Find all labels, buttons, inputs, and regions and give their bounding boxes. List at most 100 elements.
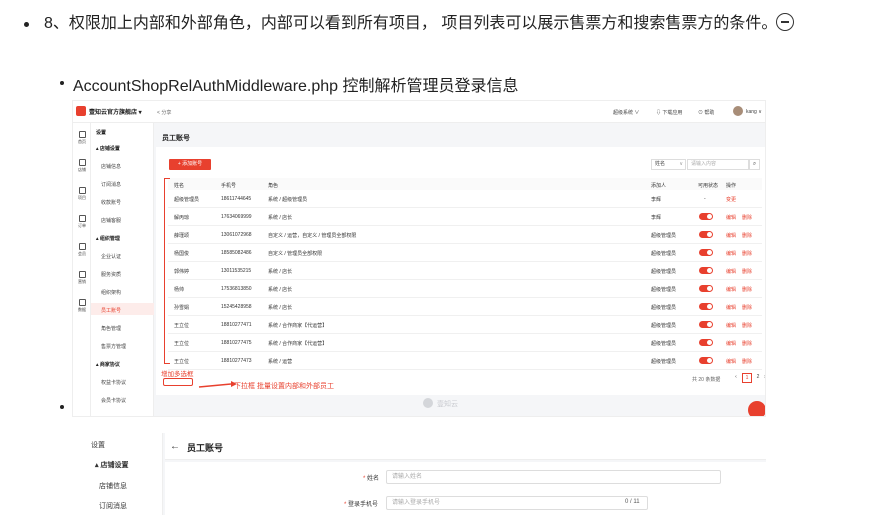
page-1-button[interactable]: 1	[742, 373, 752, 383]
delete-link[interactable]: 删除	[742, 250, 752, 257]
search-input[interactable]: 请输入内容	[687, 159, 749, 170]
menu-item[interactable]: 权益卡协议	[101, 379, 126, 386]
status-toggle[interactable]	[699, 321, 713, 328]
menu-item[interactable]: 订阅消息	[99, 501, 127, 511]
member-icon	[78, 243, 86, 250]
user-name[interactable]: kang ∨	[746, 109, 762, 115]
menu-title: 设置	[96, 130, 107, 136]
delete-link[interactable]: 删除	[742, 358, 752, 365]
download-app-link[interactable]: ⇩ 下载应用	[656, 109, 682, 116]
menu-group-shop[interactable]: ▴ 店铺设置	[95, 460, 128, 470]
cell-role: 系统 / 合作商家【代运营】	[268, 341, 328, 347]
menu-item[interactable]: 售票方管理	[101, 343, 126, 350]
status-toggle[interactable]	[699, 267, 713, 274]
nav-data[interactable]: 数据	[75, 299, 89, 313]
delete-link[interactable]: 删除	[742, 340, 752, 347]
status-toggle[interactable]	[699, 339, 713, 346]
cell-phone: 17634069999	[221, 214, 252, 220]
comment-icon[interactable]	[776, 13, 794, 31]
avatar[interactable]	[733, 106, 743, 116]
name-input[interactable]: 请输入姓名	[386, 470, 721, 484]
project-icon	[78, 187, 86, 194]
nav-home[interactable]: 首页	[75, 131, 89, 145]
menu-item[interactable]: 收款账号	[101, 199, 121, 206]
delete-link[interactable]: 删除	[742, 286, 752, 293]
menu-group-agreement[interactable]: ▴ 商家协议	[96, 361, 120, 368]
next-page-button[interactable]: ›	[762, 373, 765, 383]
menu-item[interactable]: 店铺客服	[101, 217, 121, 224]
table-row: 王立位 18810277471 系统 / 合作商家【代运营】 超级管理员 编辑 删除	[168, 316, 762, 334]
menu-item[interactable]: 企业认证	[101, 253, 121, 260]
help-label: 帮助	[704, 110, 715, 116]
cell-role: 自定义 / 管理员全部权限	[268, 251, 323, 257]
cell-name: 超级管理员	[174, 197, 200, 203]
table-header: 姓名 手机号 角色 添加人 可用状态 操作	[168, 178, 762, 190]
search-field-select[interactable]: 姓名 ∨	[651, 159, 686, 170]
screenshot-staff-form: 设置 ▴ 店铺设置 店铺信息 订阅消息 ← 员工账号 * 姓名 请输入姓名 * …	[74, 433, 766, 515]
status-toggle[interactable]	[699, 231, 713, 238]
edit-link[interactable]: 编辑	[726, 322, 736, 329]
status-toggle[interactable]	[699, 249, 713, 256]
cell-phone: 18810277473	[221, 358, 252, 364]
cell-adder: 超级管理员	[651, 269, 677, 275]
add-account-button[interactable]: + 添加账号	[169, 159, 211, 170]
cell-name: 王立位	[174, 341, 190, 347]
edit-link[interactable]: 编辑	[726, 232, 736, 239]
chevron-down-icon: ∨	[679, 161, 683, 167]
nav-marketing[interactable]: 营销	[75, 271, 89, 285]
menu-item[interactable]: 订阅消息	[101, 181, 121, 188]
nav-order[interactable]: 订单	[75, 215, 89, 229]
phone-input[interactable]: 请输入登录手机号	[386, 496, 648, 510]
shop-name[interactable]: 壹知云官方旗舰店 ▾	[89, 107, 142, 116]
chat-icon[interactable]	[748, 401, 765, 416]
back-arrow-icon[interactable]: ←	[170, 441, 180, 452]
delete-link[interactable]: 删除	[742, 232, 752, 239]
menu-item[interactable]: 组织架构	[101, 289, 121, 296]
help-link[interactable]: ⊙ 帮助	[698, 109, 714, 116]
cell-adder: 超级管理员	[651, 359, 677, 365]
bullet-dot	[60, 81, 64, 85]
cell-phone: 13011535215	[221, 268, 252, 274]
col-name: 姓名	[174, 183, 185, 189]
edit-link[interactable]: 编辑	[726, 286, 736, 293]
cell-role: 系统 / 店长	[268, 269, 293, 275]
share-link[interactable]: < 分享	[157, 109, 171, 116]
menu-item-active[interactable]: 员工账号	[101, 307, 121, 314]
nav-shop[interactable]: 店铺	[75, 159, 89, 173]
menu-item[interactable]: 店铺信息	[99, 481, 127, 491]
prev-page-button[interactable]: ‹	[731, 373, 741, 383]
status-toggle[interactable]	[699, 303, 713, 310]
status-toggle[interactable]	[699, 213, 713, 220]
icon-nav: 首页 店铺 项目 订单 会员 营销 数据	[73, 123, 91, 416]
search-icon[interactable]: ⌕	[749, 159, 760, 170]
cell-status: -	[704, 196, 706, 202]
edit-link[interactable]: 编辑	[726, 340, 736, 347]
delete-link[interactable]: 删除	[742, 322, 752, 329]
marketing-icon	[78, 271, 86, 278]
status-toggle[interactable]	[699, 285, 713, 292]
edit-link[interactable]: 编辑	[726, 214, 736, 221]
menu-item[interactable]: 服务资质	[101, 271, 121, 278]
delete-link[interactable]: 删除	[742, 304, 752, 311]
name-label: * 姓名	[363, 476, 380, 482]
change-link[interactable]: 变更	[726, 196, 736, 203]
edit-link[interactable]: 编辑	[726, 358, 736, 365]
menu-item[interactable]: 店铺信息	[101, 163, 121, 170]
edit-link[interactable]: 编辑	[726, 304, 736, 311]
menu-group-org[interactable]: ▴ 组织管理	[96, 235, 120, 242]
delete-link[interactable]: 删除	[742, 214, 752, 221]
menu-item[interactable]: 会员卡协议	[101, 397, 126, 404]
status-toggle[interactable]	[699, 357, 713, 364]
data-icon	[78, 299, 86, 306]
delete-link[interactable]: 删除	[742, 268, 752, 275]
table-row: 王立位 18810277473 系统 / 运营 超级管理员 编辑 删除	[168, 352, 762, 370]
cell-phone: 18810277475	[221, 340, 252, 346]
edit-link[interactable]: 编辑	[726, 268, 736, 275]
nav-project[interactable]: 项目	[75, 187, 89, 201]
system-switch[interactable]: 超级系统 ∨	[613, 109, 639, 116]
cell-adder: 李辉	[651, 197, 662, 203]
nav-member[interactable]: 会员	[75, 243, 89, 257]
edit-link[interactable]: 编辑	[726, 250, 736, 257]
menu-item[interactable]: 角色管理	[101, 325, 121, 332]
menu-group-shop[interactable]: ▴ 店铺设置	[96, 145, 120, 152]
